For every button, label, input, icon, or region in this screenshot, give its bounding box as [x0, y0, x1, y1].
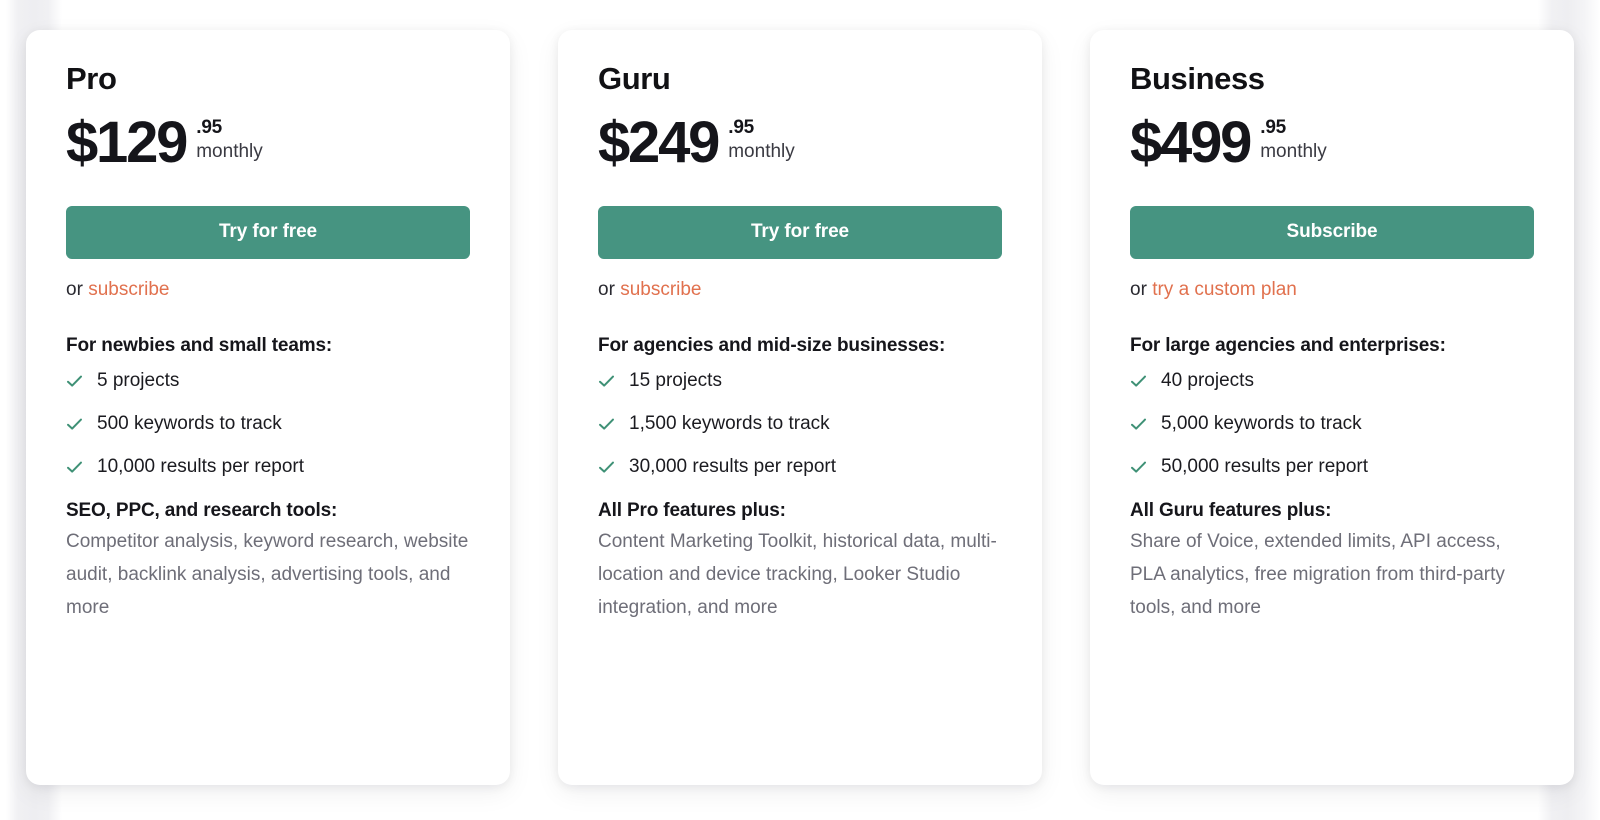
check-icon — [1130, 373, 1147, 390]
audience-heading: For large agencies and enterprises: — [1130, 333, 1534, 359]
price-period: monthly — [728, 140, 795, 164]
feature-label: 5 projects — [97, 369, 179, 393]
extras-heading: All Guru features plus: — [1130, 498, 1534, 524]
plan-title: Guru — [598, 62, 1002, 96]
subscribe-link[interactable]: subscribe — [620, 279, 701, 300]
extras-text: Share of Voice, extended limits, API acc… — [1130, 525, 1534, 624]
feature-item: 1,500 keywords to track — [598, 412, 1002, 436]
feature-list: 40 projects 5,000 keywords to track 50,0… — [1130, 369, 1534, 479]
feature-label: 500 keywords to track — [97, 412, 282, 436]
feature-label: 5,000 keywords to track — [1161, 412, 1362, 436]
alternative-action-line: or subscribe — [598, 278, 1002, 302]
alternative-action-line: or try a custom plan — [1130, 278, 1534, 302]
check-icon — [598, 373, 615, 390]
feature-label: 1,500 keywords to track — [629, 412, 830, 436]
price-side: .95 monthly — [1260, 114, 1327, 164]
plan-title: Business — [1130, 62, 1534, 96]
audience-heading: For newbies and small teams: — [66, 333, 470, 359]
plan-card-guru: Guru $249 .95 monthly Try for free or su… — [558, 30, 1042, 785]
extras-block: All Pro features plus: Content Marketing… — [598, 498, 1002, 624]
price-amount: $499 — [1130, 114, 1250, 172]
feature-item: 40 projects — [1130, 369, 1534, 393]
feature-item: 10,000 results per report — [66, 455, 470, 479]
subscribe-button[interactable]: Subscribe — [1130, 206, 1534, 259]
plan-card-business: Business $499 .95 monthly Subscribe or t… — [1090, 30, 1574, 785]
alternative-prefix: or — [66, 279, 83, 300]
try-for-free-button[interactable]: Try for free — [66, 206, 470, 259]
check-icon — [598, 459, 615, 476]
plan-title: Pro — [66, 62, 470, 96]
check-icon — [66, 459, 83, 476]
extras-heading: All Pro features plus: — [598, 498, 1002, 524]
pricing-cards-row: Pro $129 .95 monthly Try for free or sub… — [0, 0, 1600, 820]
alternative-action-line: or subscribe — [66, 278, 470, 302]
price-amount: $129 — [66, 114, 186, 172]
check-icon — [598, 416, 615, 433]
price-block: $129 .95 monthly — [66, 114, 470, 178]
price-side: .95 monthly — [196, 114, 263, 164]
feature-label: 15 projects — [629, 369, 722, 393]
plan-card-pro: Pro $129 .95 monthly Try for free or sub… — [26, 30, 510, 785]
feature-label: 30,000 results per report — [629, 455, 836, 479]
pricing-page: Pro $129 .95 monthly Try for free or sub… — [0, 0, 1600, 820]
feature-item: 500 keywords to track — [66, 412, 470, 436]
feature-label: 50,000 results per report — [1161, 455, 1368, 479]
price-period: monthly — [196, 140, 263, 164]
price-block: $499 .95 monthly — [1130, 114, 1534, 178]
check-icon — [66, 373, 83, 390]
price-amount: $249 — [598, 114, 718, 172]
alternative-prefix: or — [598, 279, 615, 300]
feature-list: 5 projects 500 keywords to track 10,000 … — [66, 369, 470, 479]
audience-heading: For agencies and mid-size businesses: — [598, 333, 1002, 359]
feature-label: 10,000 results per report — [97, 455, 304, 479]
extras-text: Competitor analysis, keyword research, w… — [66, 525, 470, 624]
subscribe-link[interactable]: subscribe — [88, 279, 169, 300]
extras-heading: SEO, PPC, and research tools: — [66, 498, 470, 524]
extras-block: SEO, PPC, and research tools: Competitor… — [66, 498, 470, 624]
price-cents: .95 — [196, 118, 263, 138]
feature-item: 30,000 results per report — [598, 455, 1002, 479]
feature-item: 50,000 results per report — [1130, 455, 1534, 479]
feature-label: 40 projects — [1161, 369, 1254, 393]
extras-text: Content Marketing Toolkit, historical da… — [598, 525, 1002, 624]
alternative-prefix: or — [1130, 279, 1147, 300]
check-icon — [1130, 416, 1147, 433]
feature-item: 5 projects — [66, 369, 470, 393]
price-block: $249 .95 monthly — [598, 114, 1002, 178]
feature-item: 5,000 keywords to track — [1130, 412, 1534, 436]
price-cents: .95 — [1260, 118, 1327, 138]
feature-item: 15 projects — [598, 369, 1002, 393]
feature-list: 15 projects 1,500 keywords to track 30,0… — [598, 369, 1002, 479]
price-cents: .95 — [728, 118, 795, 138]
extras-block: All Guru features plus: Share of Voice, … — [1130, 498, 1534, 624]
price-side: .95 monthly — [728, 114, 795, 164]
try-for-free-button[interactable]: Try for free — [598, 206, 1002, 259]
check-icon — [1130, 459, 1147, 476]
check-icon — [66, 416, 83, 433]
custom-plan-link[interactable]: try a custom plan — [1152, 279, 1297, 300]
price-period: monthly — [1260, 140, 1327, 164]
